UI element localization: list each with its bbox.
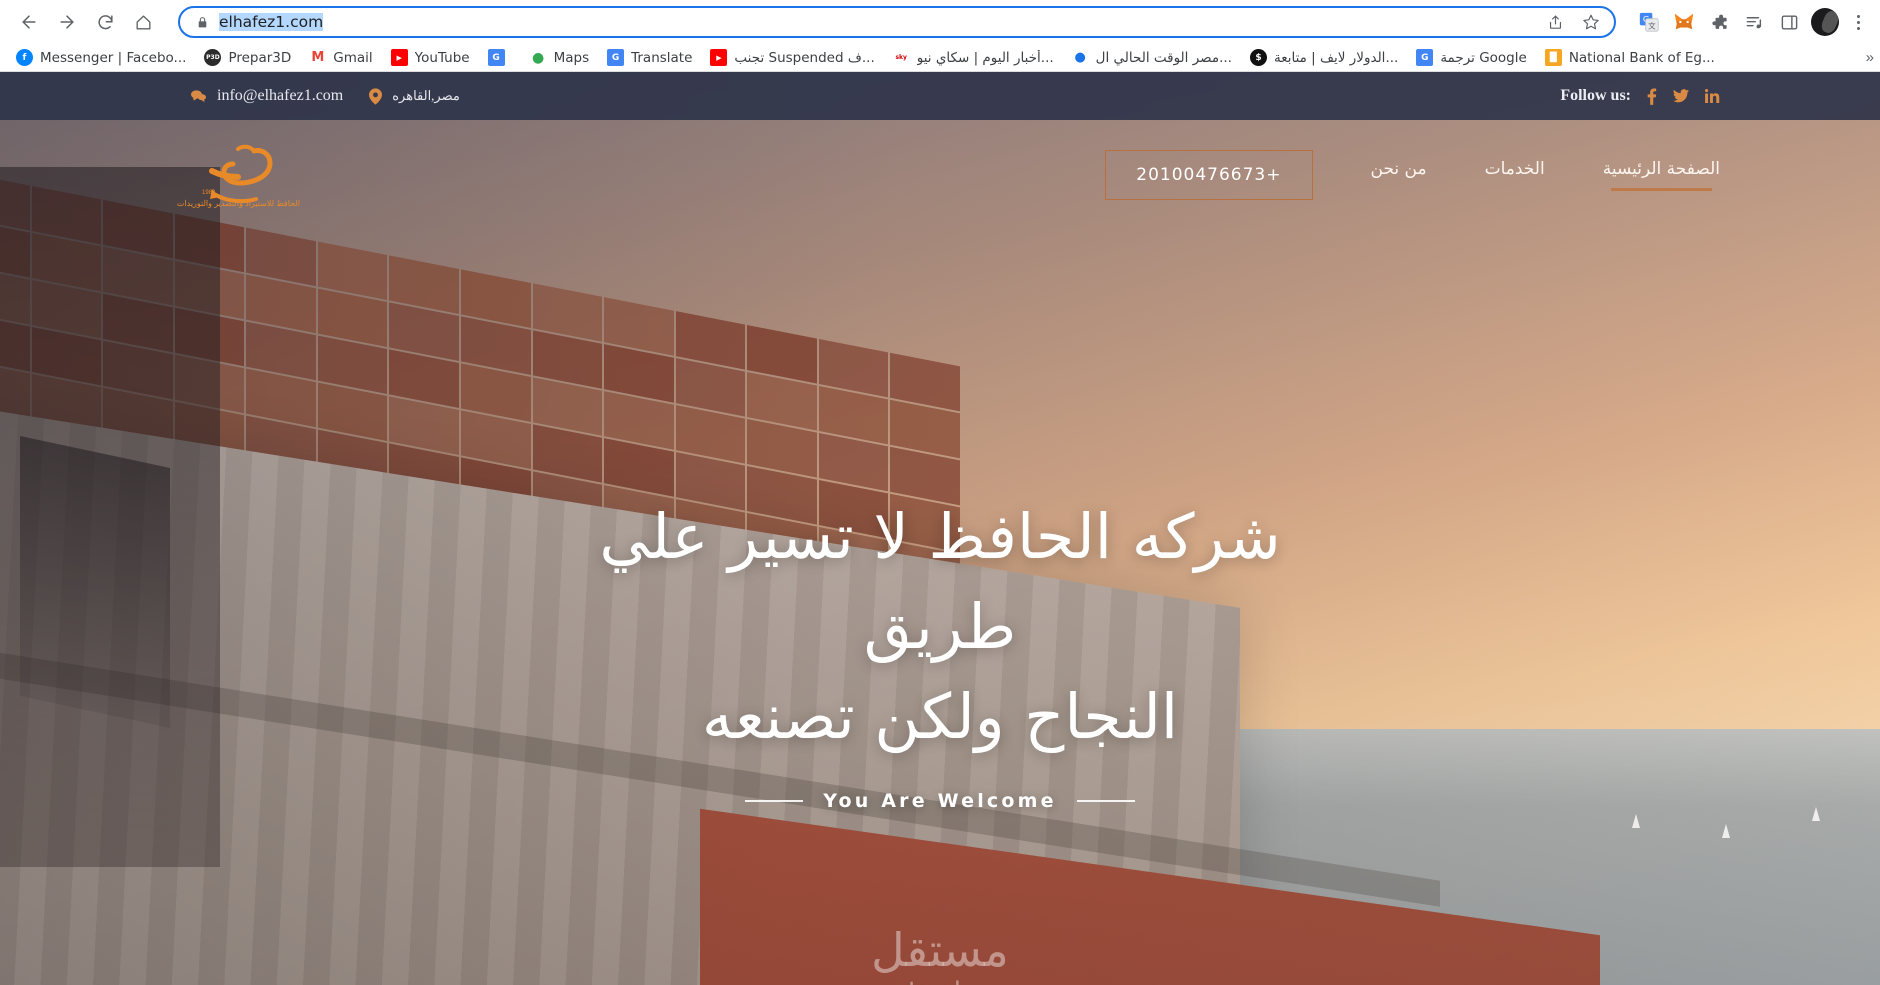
metamask-extension-icon[interactable] [1671,9,1697,35]
bookmark-item[interactable]: ● Maps [522,46,598,69]
bookmark-item[interactable]: █ National Bank of Eg... [1537,46,1723,69]
bookmark-label: مصر الوقت الحالي ال... [1095,49,1232,66]
bookmark-label: Maps [553,49,590,66]
bookmark-star-icon[interactable] [1578,9,1604,35]
forward-button[interactable] [50,5,84,39]
bookmark-label: أخبار اليوم | سكاي نيو... [916,49,1054,66]
url-selected-text: elhafez1.com [219,13,324,31]
email-contact[interactable]: info@elhafez1.com [190,87,343,105]
bookmark-item[interactable]: P3D Prepar3D [196,46,299,69]
address-bar[interactable]: elhafez1.com [178,6,1616,38]
url-text[interactable]: elhafez1.com [219,13,1532,31]
logo-year: 1982 [202,190,216,196]
divider-right [1076,799,1135,802]
youtube-favicon: ▶ [390,49,408,66]
follow-us-label: Follow us: [1560,87,1631,104]
bookmark-item[interactable]: G ترجمة Google [1408,46,1535,69]
map-pin-icon [369,87,383,105]
browser-toolbar: elhafez1.com G文 [0,0,1880,44]
bookmark-label: YouTube [414,49,470,66]
sky-news-favicon: sky [892,49,910,66]
bookmark-label: Gmail [333,49,373,66]
home-button[interactable] [126,5,160,39]
bookmark-item[interactable]: $ الدولار لايف | متابعة... [1242,46,1406,69]
web-page: info@elhafez1.com مصر,القاهره Follow us: [0,72,1880,985]
youtube-favicon: ▶ [710,49,728,66]
site-logo[interactable]: 1982 الحافظ للاستيراد والتصدير والتوريدا… [176,136,300,214]
extensions-area: G文 [1630,8,1868,36]
google-translate-favicon: G [607,49,625,66]
bookmark-item[interactable]: ▶ YouTube [383,46,478,69]
topbar-social-group: Follow us: [1560,87,1720,105]
location-contact[interactable]: مصر,القاهره [369,87,460,105]
topbar-contact-group: info@elhafez1.com مصر,القاهره [190,87,460,105]
share-icon[interactable] [1542,9,1568,35]
hero-title-line-1: شركه الحافظ لا تسير علي طريق [599,500,1281,663]
bookmarks-overflow-button[interactable]: » [1862,49,1878,66]
site-navigation: 1982 الحافظ للاستيراد والتصدير والتوريدا… [0,120,1880,230]
chat-bubble-icon [190,89,207,104]
facebook-icon[interactable] [1647,88,1657,105]
hero-title: شركه الحافظ لا تسير علي طريق النجاح ولكن… [530,492,1350,762]
bookmarks-bar: f Messenger | Facebo... P3D Prepar3D M G… [0,44,1880,72]
twitter-icon[interactable] [1673,89,1689,103]
dollar-favicon: $ [1249,49,1267,66]
logo-caption: الحافظ للاستيراد والتصدير والتوريدات [176,199,300,208]
prepar3d-favicon: P3D [204,49,222,66]
phone-button[interactable]: +20100476673 [1105,150,1313,200]
chrome-menu-icon[interactable] [1848,9,1868,35]
nbe-favicon: █ [1544,49,1562,66]
nav-item-home[interactable]: الصفحة الرئيسية [1603,159,1720,191]
site-topbar: info@elhafez1.com مصر,القاهره Follow us: [0,72,1880,120]
hero-subtitle: You Are Welcome [823,789,1057,812]
bookmark-item[interactable]: f Messenger | Facebo... [8,46,194,69]
email-text: info@elhafez1.com [217,87,344,104]
hero-subtitle-group: You Are Welcome [0,790,1880,812]
hero-title-line-2: النجاح ولكن تصنعه [701,679,1179,753]
google-translate-extension-icon[interactable]: G文 [1636,9,1662,35]
browser-chrome: elhafez1.com G文 [0,0,1880,72]
clock-favicon: ● [1071,49,1089,66]
reading-list-icon[interactable] [1741,9,1767,35]
lock-icon[interactable] [196,15,209,30]
bookmark-label: الدولار لايف | متابعة... [1273,49,1399,66]
bookmark-label: ترجمة Google [1440,49,1527,66]
reload-button[interactable] [88,5,122,39]
nav-item-services[interactable]: الخدمات [1485,159,1545,191]
linkedin-icon[interactable] [1705,89,1720,103]
bookmark-item[interactable]: G [480,46,520,69]
nav-links: الصفحة الرئيسية الخدمات من نحن +20100476… [1053,150,1720,200]
bookmark-label: Messenger | Facebo... [40,49,187,66]
bookmark-label: Translate [631,49,693,66]
bookmark-label: Prepar3D [228,49,292,66]
hero-content: شركه الحافظ لا تسير علي طريق النجاح ولكن… [0,492,1880,812]
bookmark-label: National Bank of Eg... [1568,49,1715,66]
extensions-puzzle-icon[interactable] [1706,9,1732,35]
google-translate-favicon: G [1416,49,1434,66]
bookmark-item[interactable]: G Translate [599,46,700,69]
bookmark-item[interactable]: M Gmail [301,46,380,69]
profile-avatar[interactable] [1811,8,1839,36]
bookmark-item[interactable]: sky أخبار اليوم | سكاي نيو... [885,46,1062,69]
google-maps-favicon: ● [529,49,547,66]
back-button[interactable] [12,5,46,39]
google-translate-favicon: G [487,49,505,66]
bookmark-item[interactable]: ● مصر الوقت الحالي ال... [1064,46,1240,69]
bookmark-label: تجنب Suspended ف... [734,49,875,66]
nav-item-about[interactable]: من نحن [1371,159,1427,191]
gmail-favicon: M [309,49,327,66]
divider-left [745,799,804,802]
svg-text:文: 文 [1648,20,1656,30]
side-panel-icon[interactable] [1776,9,1802,35]
location-text: مصر,القاهره [392,88,460,103]
messenger-favicon: f [16,49,33,66]
bookmark-item[interactable]: ▶ تجنب Suspended ف... [702,46,882,69]
